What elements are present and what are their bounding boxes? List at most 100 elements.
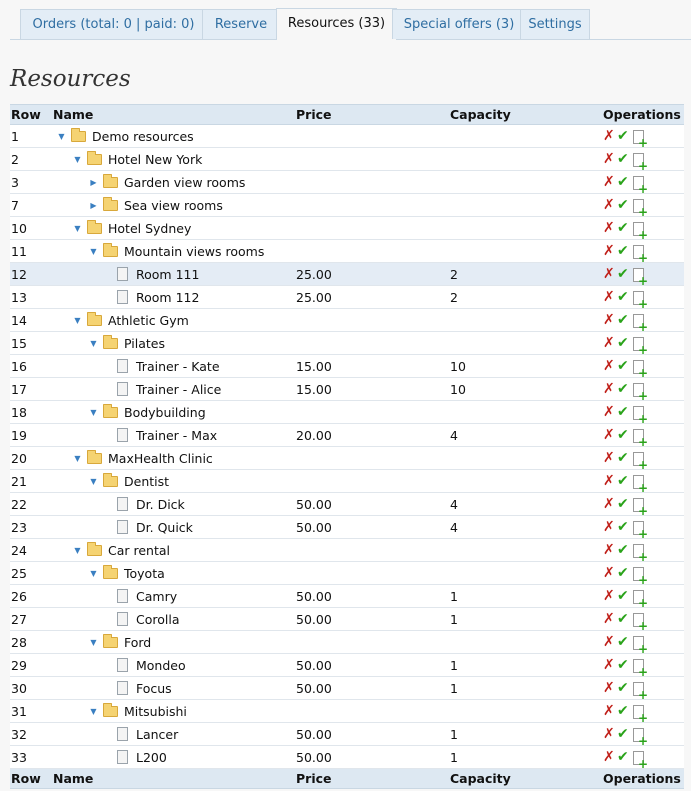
delete-icon[interactable]: ✗: [603, 703, 617, 719]
delete-icon[interactable]: ✗: [603, 312, 617, 328]
delete-icon[interactable]: ✗: [603, 519, 617, 535]
resource-name[interactable]: Hotel New York: [108, 152, 202, 167]
approve-icon[interactable]: ✔: [617, 289, 632, 305]
tab-orders[interactable]: Orders (total: 0 | paid: 0): [20, 9, 207, 39]
add-document-icon[interactable]: [633, 658, 648, 678]
delete-icon[interactable]: ✗: [603, 335, 617, 351]
delete-icon[interactable]: ✗: [603, 611, 617, 627]
expanded-toggle-icon[interactable]: ▼: [89, 569, 98, 578]
tab-reserve[interactable]: Reserve: [202, 9, 280, 39]
add-document-icon[interactable]: [633, 359, 648, 379]
collapsed-toggle-icon[interactable]: ▶: [89, 201, 98, 210]
resource-name[interactable]: Dentist: [124, 474, 169, 489]
approve-icon[interactable]: ✔: [617, 542, 632, 558]
approve-icon[interactable]: ✔: [617, 335, 632, 351]
resource-name[interactable]: Camry: [136, 589, 177, 604]
approve-icon[interactable]: ✔: [617, 312, 632, 328]
expanded-toggle-icon[interactable]: ▼: [89, 408, 98, 417]
resource-name[interactable]: Hotel Sydney: [108, 221, 191, 236]
approve-icon[interactable]: ✔: [617, 220, 632, 236]
expanded-toggle-icon[interactable]: ▼: [89, 477, 98, 486]
add-document-icon[interactable]: [633, 612, 648, 632]
approve-icon[interactable]: ✔: [617, 427, 632, 443]
delete-icon[interactable]: ✗: [603, 565, 617, 581]
resource-name[interactable]: Garden view rooms: [124, 175, 245, 190]
delete-icon[interactable]: ✗: [603, 174, 617, 190]
table-row[interactable]: 29 Mondeo 50.00 1 ✗ ✔: [10, 653, 684, 678]
resource-name[interactable]: Mondeo: [136, 658, 186, 673]
collapsed-toggle-icon[interactable]: ▶: [89, 178, 98, 187]
table-row[interactable]: 31 ▼ Mitsubishi ✗ ✔: [10, 699, 684, 724]
resource-name[interactable]: Lancer: [136, 727, 178, 742]
expanded-toggle-icon[interactable]: ▼: [89, 707, 98, 716]
table-row[interactable]: 32 Lancer 50.00 1 ✗ ✔: [10, 722, 684, 747]
resource-name[interactable]: Mountain views rooms: [124, 244, 264, 259]
resource-name[interactable]: Focus: [136, 681, 172, 696]
add-document-icon[interactable]: [633, 313, 648, 333]
approve-icon[interactable]: ✔: [617, 197, 632, 213]
add-document-icon[interactable]: [633, 405, 648, 425]
add-document-icon[interactable]: [633, 520, 648, 540]
add-document-icon[interactable]: [633, 267, 648, 287]
col-name-header[interactable]: Name: [52, 104, 295, 125]
table-row[interactable]: 28 ▼ Ford ✗ ✔: [10, 630, 684, 655]
table-row[interactable]: 21 ▼ Dentist ✗ ✔: [10, 469, 684, 494]
table-row[interactable]: 30 Focus 50.00 1 ✗ ✔: [10, 676, 684, 701]
add-document-icon[interactable]: [633, 336, 648, 356]
resource-name[interactable]: Ford: [124, 635, 151, 650]
resource-name[interactable]: Dr. Quick: [136, 520, 193, 535]
approve-icon[interactable]: ✔: [617, 496, 632, 512]
approve-icon[interactable]: ✔: [617, 726, 632, 742]
approve-icon[interactable]: ✔: [617, 611, 632, 627]
expanded-toggle-icon[interactable]: ▼: [57, 132, 66, 141]
add-document-icon[interactable]: [633, 382, 648, 402]
approve-icon[interactable]: ✔: [617, 473, 632, 489]
table-row[interactable]: 27 Corolla 50.00 1 ✗ ✔: [10, 607, 684, 632]
delete-icon[interactable]: ✗: [603, 266, 617, 282]
approve-icon[interactable]: ✔: [617, 703, 632, 719]
resource-name[interactable]: Sea view rooms: [124, 198, 223, 213]
col-price-header[interactable]: Price: [295, 104, 449, 125]
delete-icon[interactable]: ✗: [603, 450, 617, 466]
table-row[interactable]: 3 ▶ Garden view rooms ✗ ✔: [10, 170, 684, 195]
approve-icon[interactable]: ✔: [617, 634, 632, 650]
delete-icon[interactable]: ✗: [603, 427, 617, 443]
table-row[interactable]: 11 ▼ Mountain views rooms ✗ ✔: [10, 239, 684, 264]
add-document-icon[interactable]: [633, 290, 648, 310]
delete-icon[interactable]: ✗: [603, 542, 617, 558]
delete-icon[interactable]: ✗: [603, 473, 617, 489]
table-row[interactable]: 12 Room 111 25.00 2 ✗ ✔: [10, 262, 684, 287]
delete-icon[interactable]: ✗: [603, 657, 617, 673]
resource-name[interactable]: Demo resources: [92, 129, 194, 144]
delete-icon[interactable]: ✗: [603, 197, 617, 213]
resource-name[interactable]: Trainer - Alice: [136, 382, 221, 397]
approve-icon[interactable]: ✔: [617, 519, 632, 535]
add-document-icon[interactable]: [633, 566, 648, 586]
approve-icon[interactable]: ✔: [617, 128, 632, 144]
table-row[interactable]: 25 ▼ Toyota ✗ ✔: [10, 561, 684, 586]
delete-icon[interactable]: ✗: [603, 496, 617, 512]
table-row[interactable]: 24 ▼ Car rental ✗ ✔: [10, 538, 684, 563]
table-row[interactable]: 17 Trainer - Alice 15.00 10 ✗ ✔: [10, 377, 684, 402]
delete-icon[interactable]: ✗: [603, 680, 617, 696]
resource-name[interactable]: Mitsubishi: [124, 704, 187, 719]
resource-name[interactable]: Corolla: [136, 612, 180, 627]
add-document-icon[interactable]: [633, 635, 648, 655]
add-document-icon[interactable]: [633, 244, 648, 264]
table-row[interactable]: 19 Trainer - Max 20.00 4 ✗ ✔: [10, 423, 684, 448]
table-row[interactable]: 23 Dr. Quick 50.00 4 ✗ ✔: [10, 515, 684, 540]
approve-icon[interactable]: ✔: [617, 174, 632, 190]
table-row[interactable]: 13 Room 112 25.00 2 ✗ ✔: [10, 285, 684, 310]
add-document-icon[interactable]: [633, 129, 648, 149]
approve-icon[interactable]: ✔: [617, 450, 632, 466]
table-row[interactable]: 2 ▼ Hotel New York ✗ ✔: [10, 147, 684, 172]
approve-icon[interactable]: ✔: [617, 381, 632, 397]
resource-name[interactable]: Trainer - Kate: [136, 359, 220, 374]
approve-icon[interactable]: ✔: [617, 243, 632, 259]
approve-icon[interactable]: ✔: [617, 565, 632, 581]
resource-name[interactable]: Toyota: [124, 566, 165, 581]
add-document-icon[interactable]: [633, 221, 648, 241]
resource-name[interactable]: L200: [136, 750, 167, 765]
resource-name[interactable]: Pilates: [124, 336, 165, 351]
expanded-toggle-icon[interactable]: ▼: [89, 339, 98, 348]
